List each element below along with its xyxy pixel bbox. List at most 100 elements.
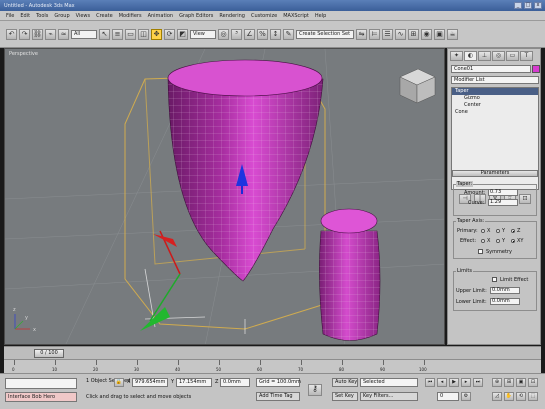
menu-tools[interactable]: Tools (36, 13, 48, 19)
parameters-rollout-title[interactable]: Parameters (452, 170, 538, 177)
close-button[interactable]: x (534, 2, 542, 9)
time-slider[interactable]: 0 / 100 (34, 349, 64, 358)
zoom-icon[interactable]: ⊕ (492, 378, 502, 387)
undo-icon[interactable]: ↶ (6, 28, 17, 40)
viewport-label[interactable]: Perspective (9, 51, 38, 57)
primary-z-radio[interactable] (511, 229, 515, 233)
effect-x-radio[interactable] (481, 239, 485, 243)
menu-file[interactable]: File (6, 13, 14, 19)
unlink-icon[interactable]: ⌁ (45, 28, 56, 40)
upper-limit-spinner[interactable]: 0.0mm (490, 287, 520, 294)
zoom-all-icon[interactable]: ⊞ (504, 378, 514, 387)
time-config-icon[interactable]: ⚙ (461, 392, 471, 401)
menu-customize[interactable]: Customize (251, 13, 277, 19)
maxscript-output[interactable]: Interface Bob Hero (5, 392, 77, 402)
menu-help[interactable]: Help (315, 13, 326, 19)
utilities-tab[interactable]: T (520, 51, 533, 61)
lock-selection-icon[interactable]: 🔒 (114, 378, 124, 387)
menu-graph-editors[interactable]: Graph Editors (179, 13, 213, 19)
redo-icon[interactable]: ↷ (19, 28, 30, 40)
tapered-cone[interactable] (167, 59, 324, 282)
bind-space-warp-icon[interactable]: ≈ (58, 28, 69, 40)
window-crossing-icon[interactable]: ◫ (138, 28, 149, 40)
percent-snap-icon[interactable]: % (257, 28, 268, 40)
next-frame-icon[interactable]: ▸ (461, 378, 471, 387)
tapered-cylinder[interactable] (319, 208, 381, 341)
maxscript-mini-listener[interactable] (5, 378, 77, 389)
key-mode-dropdown[interactable]: Selected (360, 378, 418, 387)
render-icon[interactable]: ☕ (447, 28, 458, 40)
move-icon[interactable]: ✥ (151, 28, 162, 40)
snaps-icon[interactable]: ³ (231, 28, 242, 40)
select-icon[interactable]: ↖ (99, 28, 110, 40)
x-coord-field[interactable]: 979.654mm (132, 378, 168, 387)
primary-y-radio[interactable] (496, 229, 500, 233)
z-coord-field[interactable]: 0.0mm (220, 378, 250, 387)
pan-icon[interactable]: ✋ (504, 392, 514, 401)
menu-edit[interactable]: Edit (20, 13, 30, 19)
link-icon[interactable]: ⛓ (32, 28, 43, 40)
key-filters-button[interactable]: Key Filters... (360, 392, 418, 401)
align-icon[interactable]: ⊨ (369, 28, 380, 40)
zoom-extents-all-icon[interactable]: ⊡ (528, 378, 538, 387)
menu-animation[interactable]: Animation (148, 13, 174, 19)
menu-group[interactable]: Group (54, 13, 69, 19)
lower-limit-spinner[interactable]: 0.0mm (490, 298, 520, 305)
track-bar[interactable]: 0 10 20 30 40 50 60 70 80 90 100 (4, 359, 541, 373)
set-key-icon[interactable]: ⚷ (308, 384, 322, 396)
schematic-view-icon[interactable]: ⊞ (408, 28, 419, 40)
menu-views[interactable]: Views (76, 13, 90, 19)
set-key-button[interactable]: Set Key (332, 392, 358, 401)
modify-tab[interactable]: ◐ (464, 51, 477, 61)
effect-y-radio[interactable] (496, 239, 500, 243)
maximize-button[interactable]: □ (524, 2, 532, 9)
primary-x-radio[interactable] (481, 229, 485, 233)
menu-maxscript[interactable]: MAXScript (283, 13, 309, 19)
add-time-tag-button[interactable]: Add Time Tag (256, 392, 300, 401)
curve-editor-icon[interactable]: ∿ (395, 28, 406, 40)
current-frame-field[interactable]: 0 (437, 392, 459, 401)
auto-key-button[interactable]: Auto Key (332, 378, 358, 387)
prev-frame-icon[interactable]: ◂ (437, 378, 447, 387)
spinner-snap-icon[interactable]: ↕ (270, 28, 281, 40)
stack-item-center[interactable]: Center (452, 102, 538, 109)
mirror-icon[interactable]: ⇋ (356, 28, 367, 40)
display-tab[interactable]: ▭ (506, 51, 519, 61)
hierarchy-tab[interactable]: ⊥ (478, 51, 491, 61)
field-of-view-icon[interactable]: ◿ (492, 392, 502, 401)
rotate-icon[interactable]: ⟳ (164, 28, 175, 40)
symmetry-checkbox[interactable] (478, 249, 483, 254)
maximize-viewport-icon[interactable]: ⬚ (528, 392, 538, 401)
amount-spinner[interactable]: 0.73 (488, 189, 518, 196)
object-name-field[interactable]: Cone01 (451, 65, 531, 73)
limit-effect-checkbox[interactable] (492, 277, 497, 282)
scale-icon[interactable]: ◩ (177, 28, 188, 40)
menu-rendering[interactable]: Rendering (219, 13, 245, 19)
go-end-icon[interactable]: ⏭ (473, 378, 483, 387)
rect-selection-icon[interactable]: ▭ (125, 28, 136, 40)
stack-item-taper[interactable]: Taper (452, 88, 538, 95)
orbit-icon[interactable]: ⟲ (516, 392, 526, 401)
play-icon[interactable]: ▶ (449, 378, 459, 387)
render-setup-icon[interactable]: ▣ (434, 28, 445, 40)
selection-filter-dropdown[interactable]: All (71, 29, 97, 39)
menu-modifiers[interactable]: Modifiers (119, 13, 142, 19)
go-start-icon[interactable]: ⏮ (425, 378, 435, 387)
pivot-icon[interactable]: ◎ (218, 28, 229, 40)
edit-named-sets-icon[interactable]: ✎ (283, 28, 294, 40)
minimize-button[interactable]: _ (514, 2, 522, 9)
material-editor-icon[interactable]: ◉ (421, 28, 432, 40)
angle-snap-icon[interactable]: ∠ (244, 28, 255, 40)
effect-xy-radio[interactable] (511, 239, 515, 243)
motion-tab[interactable]: ◎ (492, 51, 505, 61)
reference-coord-dropdown[interactable]: View (190, 29, 216, 39)
stack-item-gizmo[interactable]: Gizmo (452, 95, 538, 102)
object-color-swatch[interactable] (532, 65, 540, 73)
y-coord-field[interactable]: 17.154mm (176, 378, 212, 387)
named-selection-set-dropdown[interactable]: Create Selection Set (296, 29, 354, 39)
menu-create[interactable]: Create (96, 13, 113, 19)
modifier-list-dropdown[interactable]: Modifier List (451, 76, 539, 84)
select-by-name-icon[interactable]: ≡ (112, 28, 123, 40)
perspective-viewport[interactable]: Perspective x y z (4, 48, 445, 345)
curve-spinner[interactable]: 1.29 (488, 199, 518, 206)
